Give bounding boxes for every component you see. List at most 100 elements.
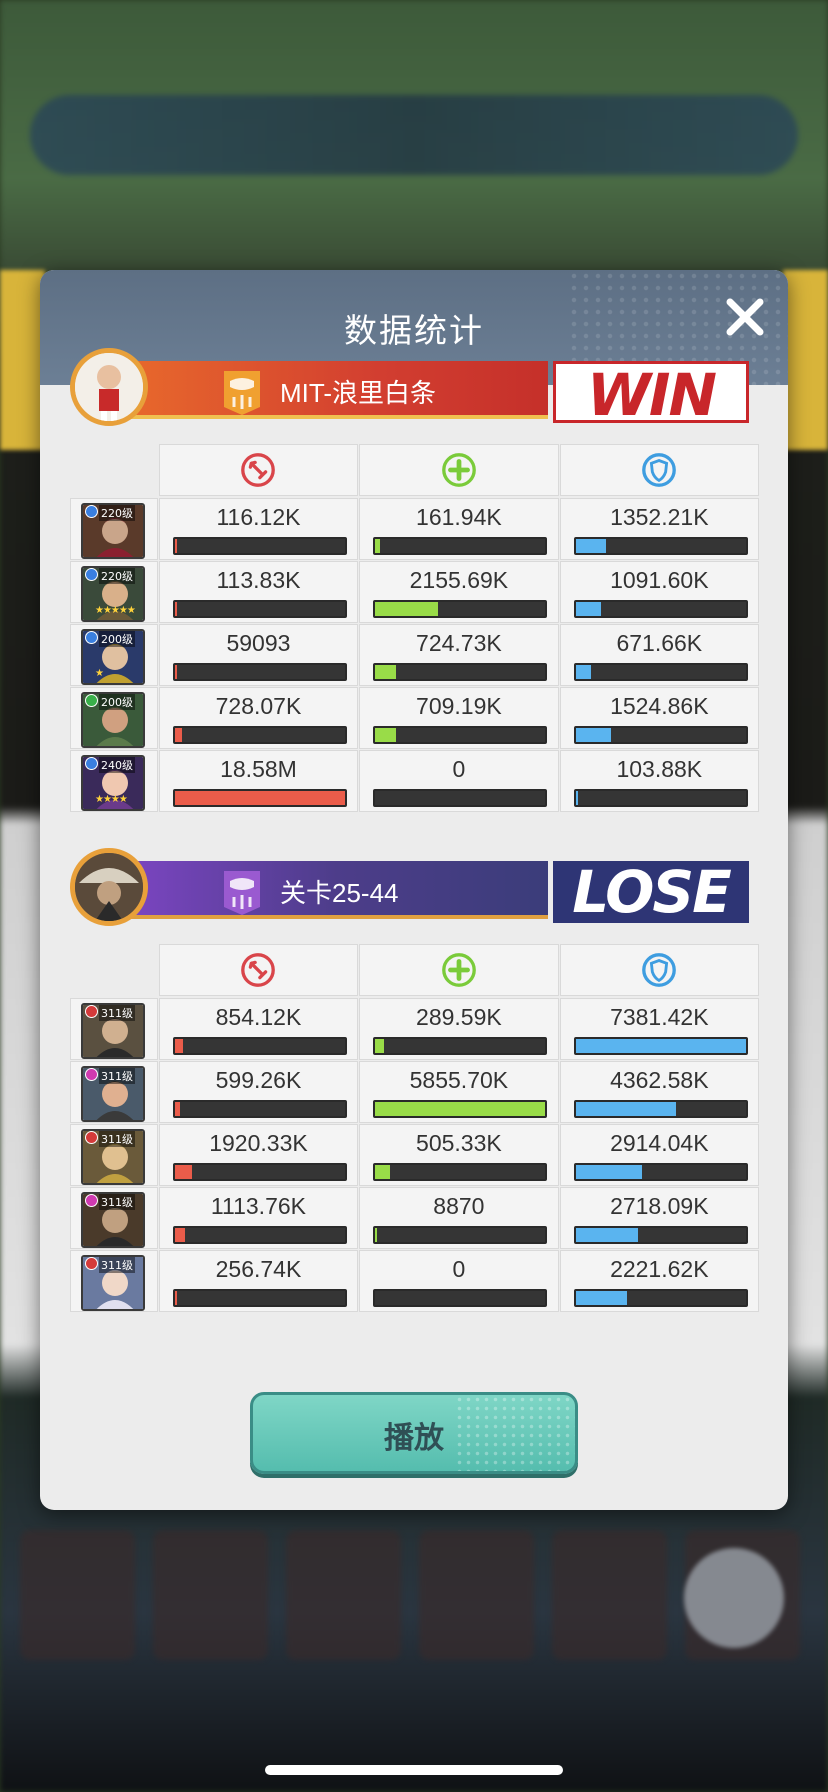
damage-cell: 116.12K bbox=[158, 498, 359, 560]
shield-bar bbox=[573, 663, 748, 681]
shield-bar bbox=[573, 600, 748, 618]
damage-header bbox=[158, 944, 359, 996]
heal-bar bbox=[373, 1163, 548, 1181]
heal-bar-fill bbox=[375, 539, 381, 553]
shield-value: 1352.21K bbox=[610, 504, 709, 530]
hero-cell[interactable]: 311级 bbox=[70, 1250, 158, 1312]
damage-value: 59093 bbox=[226, 630, 291, 656]
heal-value: 161.94K bbox=[416, 504, 502, 530]
damage-value: 256.74K bbox=[215, 1256, 302, 1282]
damage-icon bbox=[241, 453, 276, 487]
heal-header bbox=[359, 944, 559, 996]
damage-bar bbox=[172, 1289, 347, 1307]
shield-value: 671.66K bbox=[616, 630, 703, 656]
heal-bar-fill bbox=[375, 1228, 378, 1242]
stats-header-row bbox=[70, 444, 760, 496]
team-header: 关卡25-44 LOSE bbox=[70, 848, 770, 928]
damage-cell: 113.83K bbox=[158, 561, 359, 623]
shield-bar-fill bbox=[575, 1291, 627, 1305]
shield-value: 4362.58K bbox=[610, 1067, 709, 1093]
hero-cell[interactable]: 311级 bbox=[70, 1124, 158, 1186]
shield-cell: 4362.58K bbox=[559, 1061, 760, 1123]
hero-cell[interactable]: 220级 bbox=[70, 498, 158, 560]
hero-cell[interactable]: 311级 bbox=[70, 998, 158, 1060]
hero-cell[interactable]: 200级 bbox=[70, 687, 158, 749]
hero-class-icon bbox=[85, 1131, 98, 1144]
hero-class-icon bbox=[85, 1005, 98, 1018]
heal-bar-fill bbox=[375, 1165, 391, 1179]
damage-bar-fill bbox=[174, 602, 177, 616]
shield-value: 1524.86K bbox=[610, 693, 709, 719]
damage-value: 854.12K bbox=[215, 1004, 302, 1030]
hero-cell[interactable]: 220级 ★★★★★ bbox=[70, 561, 158, 623]
hero-class-icon bbox=[85, 505, 98, 518]
shield-value: 2718.09K bbox=[610, 1193, 709, 1219]
shield-bar-fill bbox=[575, 728, 612, 742]
shield-cell: 1524.86K bbox=[559, 687, 760, 749]
hero-level: 311级 bbox=[99, 1068, 135, 1084]
stats-table: 311级 854.12K 289.59K 7381.42K 311级 599.26K 585… bbox=[70, 944, 760, 1313]
damage-bar bbox=[172, 789, 347, 807]
close-icon bbox=[726, 298, 764, 336]
table-row: 311级 1920.33K 505.33K 2914.04K bbox=[70, 1124, 760, 1186]
team-emblem-icon bbox=[220, 367, 264, 417]
hero-cell[interactable]: 240级 ★★★★ bbox=[70, 750, 158, 812]
shield-bar bbox=[573, 1226, 748, 1244]
damage-cell: 256.74K bbox=[158, 1250, 359, 1312]
heal-value: 8870 bbox=[433, 1193, 485, 1219]
damage-bar bbox=[172, 1226, 347, 1244]
damage-value: 599.26K bbox=[215, 1067, 302, 1093]
play-button[interactable]: 播放 bbox=[250, 1392, 578, 1474]
hero-level: 200级 bbox=[99, 694, 135, 710]
hero-stars: ★ bbox=[95, 668, 104, 679]
shield-cell: 2914.04K bbox=[559, 1124, 760, 1186]
damage-cell: 854.12K bbox=[158, 998, 359, 1060]
heal-value: 724.73K bbox=[416, 630, 502, 656]
table-row: 311级 599.26K 5855.70K 4362.58K bbox=[70, 1061, 760, 1123]
shield-bar-fill bbox=[575, 791, 578, 805]
hero-cell[interactable]: 311级 bbox=[70, 1187, 158, 1249]
heal-value: 709.19K bbox=[416, 693, 502, 719]
heal-cell: 505.33K bbox=[359, 1124, 559, 1186]
damage-bar bbox=[172, 1100, 347, 1118]
shield-bar-fill bbox=[575, 665, 591, 679]
background-cards bbox=[20, 1530, 800, 1660]
background-panel-left bbox=[0, 270, 45, 450]
hero-level: 220级 bbox=[99, 568, 135, 584]
shield-bar bbox=[573, 1289, 748, 1307]
heal-cell: 0 bbox=[359, 750, 559, 812]
heal-bar-fill bbox=[375, 1039, 384, 1053]
close-button[interactable] bbox=[720, 292, 770, 342]
hero-class-icon bbox=[85, 1257, 98, 1270]
hero-cell[interactable]: 311级 bbox=[70, 1061, 158, 1123]
hero-cell[interactable]: 200级 ★ bbox=[70, 624, 158, 686]
hero-level: 240级 bbox=[99, 757, 135, 773]
heal-cell: 724.73K bbox=[359, 624, 559, 686]
damage-value: 116.12K bbox=[216, 504, 301, 530]
play-button-label: 播放 bbox=[384, 1421, 444, 1456]
damage-bar bbox=[172, 537, 347, 555]
damage-bar bbox=[172, 1037, 347, 1055]
hero-class-icon bbox=[85, 757, 98, 770]
table-row: 220级 ★★★★★ 113.83K 2155.69K 1091.60K bbox=[70, 561, 760, 623]
damage-bar-fill bbox=[174, 539, 177, 553]
damage-bar bbox=[172, 726, 347, 744]
heal-value: 289.59K bbox=[416, 1004, 502, 1030]
hero-class-icon bbox=[85, 694, 98, 707]
team-name: 关卡25-44 bbox=[280, 878, 399, 908]
heal-value: 5855.70K bbox=[409, 1067, 509, 1093]
background-panel-right bbox=[783, 270, 828, 450]
damage-bar bbox=[172, 1163, 347, 1181]
shield-bar bbox=[573, 1163, 748, 1181]
heal-bar bbox=[373, 600, 548, 618]
shield-cell: 2221.62K bbox=[559, 1250, 760, 1312]
heal-cell: 709.19K bbox=[359, 687, 559, 749]
damage-value: 18.58M bbox=[220, 756, 297, 782]
damage-value: 728.07K bbox=[215, 693, 302, 719]
damage-cell: 59093 bbox=[158, 624, 359, 686]
damage-bar bbox=[172, 663, 347, 681]
damage-value: 113.83K bbox=[216, 567, 301, 593]
shield-value: 2221.62K bbox=[610, 1256, 709, 1282]
hero-level: 200级 bbox=[99, 631, 135, 647]
shield-value: 1091.60K bbox=[610, 567, 709, 593]
